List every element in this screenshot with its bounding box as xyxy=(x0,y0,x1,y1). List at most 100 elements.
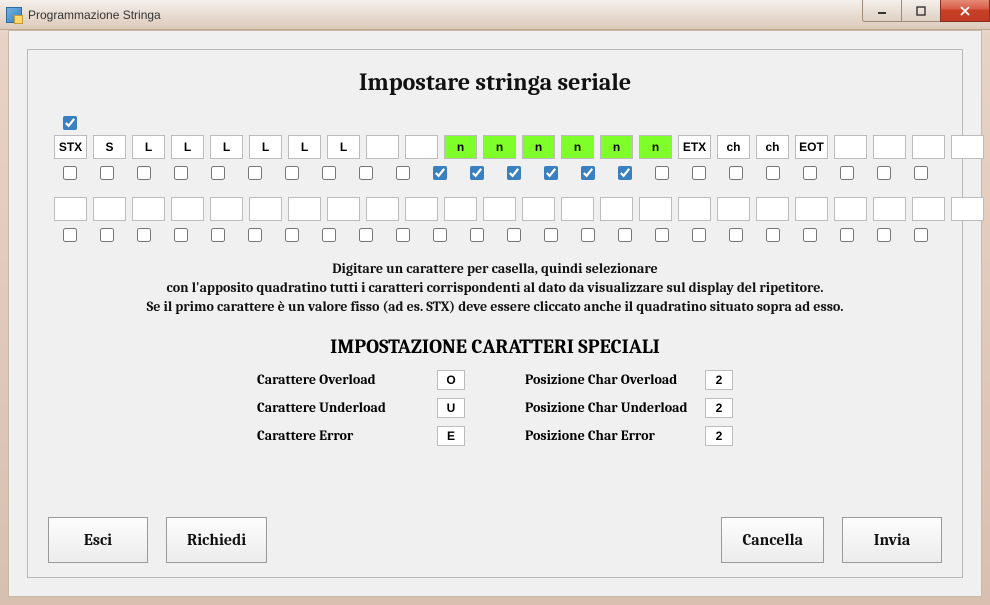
char-select-checkbox[interactable] xyxy=(581,228,595,242)
special-input[interactable] xyxy=(705,398,733,418)
char-select-checkbox[interactable] xyxy=(63,166,77,180)
char-select-checkbox[interactable] xyxy=(174,228,188,242)
char-input[interactable] xyxy=(600,135,633,159)
char-select-checkbox[interactable] xyxy=(248,166,262,180)
char-input[interactable] xyxy=(873,197,906,221)
char-input[interactable] xyxy=(951,197,984,221)
char-input[interactable] xyxy=(171,197,204,221)
char-input[interactable] xyxy=(678,135,711,159)
char-select-checkbox[interactable] xyxy=(655,166,669,180)
char-select-checkbox[interactable] xyxy=(507,228,521,242)
invia-button[interactable]: Invia xyxy=(842,517,942,563)
char-input[interactable] xyxy=(561,135,594,159)
char-select-checkbox[interactable] xyxy=(729,228,743,242)
char-select-checkbox[interactable] xyxy=(840,228,854,242)
char-select-checkbox[interactable] xyxy=(877,166,891,180)
char-select-checkbox[interactable] xyxy=(766,166,780,180)
char-select-checkbox[interactable] xyxy=(359,228,373,242)
char-input[interactable] xyxy=(366,135,399,159)
maximize-button[interactable] xyxy=(901,0,941,22)
char-input[interactable] xyxy=(795,197,828,221)
special-input[interactable] xyxy=(437,398,465,418)
char-input[interactable] xyxy=(405,135,438,159)
char-select-checkbox[interactable] xyxy=(840,166,854,180)
char-input[interactable] xyxy=(834,135,867,159)
cancella-button[interactable]: Cancella xyxy=(721,517,824,563)
char-select-checkbox[interactable] xyxy=(137,166,151,180)
char-select-checkbox[interactable] xyxy=(285,228,299,242)
char-input[interactable] xyxy=(249,197,282,221)
char-input[interactable] xyxy=(912,135,945,159)
char-input[interactable] xyxy=(249,135,282,159)
char-select-checkbox[interactable] xyxy=(396,228,410,242)
char-select-checkbox[interactable] xyxy=(470,166,484,180)
esci-button[interactable]: Esci xyxy=(48,517,148,563)
char-input[interactable] xyxy=(912,197,945,221)
char-select-checkbox[interactable] xyxy=(507,166,521,180)
char-select-checkbox[interactable] xyxy=(692,228,706,242)
char-input[interactable] xyxy=(366,197,399,221)
char-select-checkbox[interactable] xyxy=(211,166,225,180)
char-input[interactable] xyxy=(951,135,984,159)
char-input[interactable] xyxy=(405,197,438,221)
char-input[interactable] xyxy=(327,197,360,221)
char-input[interactable] xyxy=(444,197,477,221)
char-select-checkbox[interactable] xyxy=(618,228,632,242)
close-button[interactable] xyxy=(940,0,990,22)
char-input[interactable] xyxy=(483,135,516,159)
char-input[interactable] xyxy=(444,135,477,159)
char-select-checkbox[interactable] xyxy=(100,228,114,242)
char-select-checkbox[interactable] xyxy=(766,228,780,242)
char-input[interactable] xyxy=(795,135,828,159)
char-select-checkbox[interactable] xyxy=(692,166,706,180)
char-input[interactable] xyxy=(600,197,633,221)
char-select-checkbox[interactable] xyxy=(174,166,188,180)
char-input[interactable] xyxy=(639,197,672,221)
char-select-checkbox[interactable] xyxy=(581,166,595,180)
char-select-checkbox[interactable] xyxy=(359,166,373,180)
fixed-first-char-checkbox[interactable] xyxy=(63,116,77,130)
char-input[interactable] xyxy=(93,135,126,159)
char-select-checkbox[interactable] xyxy=(322,166,336,180)
char-input[interactable] xyxy=(873,135,906,159)
char-select-checkbox[interactable] xyxy=(914,166,928,180)
char-select-checkbox[interactable] xyxy=(211,228,225,242)
char-input[interactable] xyxy=(171,135,204,159)
char-input[interactable] xyxy=(561,197,594,221)
char-input[interactable] xyxy=(93,197,126,221)
char-input[interactable] xyxy=(327,135,360,159)
char-select-checkbox[interactable] xyxy=(285,166,299,180)
char-select-checkbox[interactable] xyxy=(470,228,484,242)
char-select-checkbox[interactable] xyxy=(396,166,410,180)
char-select-checkbox[interactable] xyxy=(63,228,77,242)
minimize-button[interactable] xyxy=(862,0,902,22)
char-select-checkbox[interactable] xyxy=(803,166,817,180)
char-input[interactable] xyxy=(54,197,87,221)
char-input[interactable] xyxy=(132,197,165,221)
char-select-checkbox[interactable] xyxy=(729,166,743,180)
char-input[interactable] xyxy=(288,197,321,221)
char-select-checkbox[interactable] xyxy=(248,228,262,242)
char-input[interactable] xyxy=(717,135,750,159)
char-input[interactable] xyxy=(132,135,165,159)
char-select-checkbox[interactable] xyxy=(544,228,558,242)
char-input[interactable] xyxy=(834,197,867,221)
char-select-checkbox[interactable] xyxy=(655,228,669,242)
char-input[interactable] xyxy=(210,197,243,221)
char-select-checkbox[interactable] xyxy=(322,228,336,242)
char-input[interactable] xyxy=(522,197,555,221)
char-input[interactable] xyxy=(756,135,789,159)
char-input[interactable] xyxy=(483,197,516,221)
special-input[interactable] xyxy=(705,370,733,390)
char-input[interactable] xyxy=(756,197,789,221)
char-input[interactable] xyxy=(288,135,321,159)
richiedi-button[interactable]: Richiedi xyxy=(166,517,267,563)
char-input[interactable] xyxy=(54,135,87,159)
special-input[interactable] xyxy=(437,426,465,446)
char-select-checkbox[interactable] xyxy=(544,166,558,180)
char-input[interactable] xyxy=(717,197,750,221)
char-input[interactable] xyxy=(210,135,243,159)
char-input[interactable] xyxy=(522,135,555,159)
char-select-checkbox[interactable] xyxy=(803,228,817,242)
special-input[interactable] xyxy=(437,370,465,390)
